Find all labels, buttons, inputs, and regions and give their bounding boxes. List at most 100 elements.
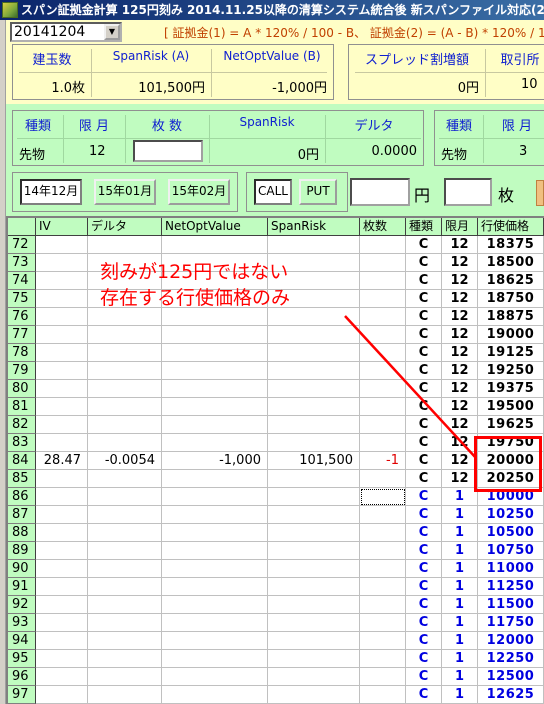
- cell-delta[interactable]: [88, 236, 162, 254]
- cell-spanrisk[interactable]: [268, 344, 360, 362]
- cell-type[interactable]: C: [406, 524, 442, 542]
- cell-quantity[interactable]: [360, 524, 406, 542]
- cell-strike[interactable]: 10250: [478, 506, 544, 524]
- cell-month[interactable]: 12: [442, 434, 478, 452]
- cell-iv[interactable]: [36, 236, 88, 254]
- cell-quantity[interactable]: [360, 488, 406, 506]
- cell-spanrisk[interactable]: [268, 398, 360, 416]
- cell-month[interactable]: 1: [442, 632, 478, 650]
- cell-quantity[interactable]: [360, 668, 406, 686]
- cell-delta[interactable]: [88, 578, 162, 596]
- cell-delta[interactable]: [88, 362, 162, 380]
- cell-delta[interactable]: [88, 686, 162, 704]
- cell-strike[interactable]: 19000: [478, 326, 544, 344]
- cell-quantity[interactable]: [360, 596, 406, 614]
- cell-quantity[interactable]: [360, 578, 406, 596]
- cell-month[interactable]: 12: [442, 344, 478, 362]
- row-number[interactable]: 72: [8, 236, 36, 254]
- cell-spanrisk[interactable]: [268, 578, 360, 596]
- cell-spanrisk[interactable]: [268, 542, 360, 560]
- cell-quantity[interactable]: [360, 290, 406, 308]
- cell-spanrisk[interactable]: [268, 470, 360, 488]
- futures-quantity-input[interactable]: [133, 140, 203, 162]
- cell-month[interactable]: 12: [442, 398, 478, 416]
- cell-iv[interactable]: [36, 290, 88, 308]
- cell-quantity[interactable]: [360, 506, 406, 524]
- cell-month[interactable]: 1: [442, 488, 478, 506]
- table-row[interactable]: 97 C 1 12625: [8, 686, 544, 704]
- cell-type[interactable]: C: [406, 236, 442, 254]
- row-number[interactable]: 89: [8, 542, 36, 560]
- cell-quantity[interactable]: [360, 272, 406, 290]
- cell-strike[interactable]: 12500: [478, 668, 544, 686]
- cell-quantity[interactable]: [360, 434, 406, 452]
- cell-month[interactable]: 1: [442, 578, 478, 596]
- cell-netoptvalue[interactable]: [162, 326, 268, 344]
- cell-month[interactable]: 12: [442, 362, 478, 380]
- cell-iv[interactable]: [36, 632, 88, 650]
- cell-netoptvalue[interactable]: [162, 344, 268, 362]
- row-number[interactable]: 95: [8, 650, 36, 668]
- grid-header-delta[interactable]: デルタ: [88, 218, 162, 236]
- cell-spanrisk[interactable]: [268, 686, 360, 704]
- cell-spanrisk[interactable]: [268, 614, 360, 632]
- cell-strike[interactable]: 19500: [478, 398, 544, 416]
- table-row[interactable]: 95 C 1 12250: [8, 650, 544, 668]
- cell-quantity[interactable]: [360, 236, 406, 254]
- cell-iv[interactable]: [36, 596, 88, 614]
- grid-header-month[interactable]: 限月: [442, 218, 478, 236]
- cell-quantity[interactable]: [360, 614, 406, 632]
- cell-spanrisk[interactable]: [268, 236, 360, 254]
- cell-delta[interactable]: [88, 380, 162, 398]
- cell-strike[interactable]: 10500: [478, 524, 544, 542]
- table-row[interactable]: 91 C 1 11250: [8, 578, 544, 596]
- cell-spanrisk[interactable]: [268, 488, 360, 506]
- cell-spanrisk[interactable]: [268, 416, 360, 434]
- cell-type[interactable]: C: [406, 290, 442, 308]
- cell-netoptvalue[interactable]: [162, 434, 268, 452]
- cell-netoptvalue[interactable]: [162, 524, 268, 542]
- cell-month[interactable]: 12: [442, 308, 478, 326]
- row-number[interactable]: 81: [8, 398, 36, 416]
- cell-strike[interactable]: 19375: [478, 380, 544, 398]
- cell-iv[interactable]: [36, 308, 88, 326]
- cell-month[interactable]: 1: [442, 506, 478, 524]
- cell-netoptvalue[interactable]: [162, 686, 268, 704]
- cell-spanrisk[interactable]: [268, 506, 360, 524]
- row-number[interactable]: 80: [8, 380, 36, 398]
- cell-iv[interactable]: [36, 668, 88, 686]
- cell-spanrisk[interactable]: [268, 380, 360, 398]
- cell-delta[interactable]: [88, 524, 162, 542]
- cell-month[interactable]: 1: [442, 542, 478, 560]
- cell-type[interactable]: C: [406, 380, 442, 398]
- cell-spanrisk[interactable]: [268, 524, 360, 542]
- cell-iv[interactable]: [36, 524, 88, 542]
- cell-netoptvalue[interactable]: [162, 416, 268, 434]
- row-number[interactable]: 90: [8, 560, 36, 578]
- row-number[interactable]: 83: [8, 434, 36, 452]
- row-number[interactable]: 82: [8, 416, 36, 434]
- cell-type[interactable]: C: [406, 452, 442, 470]
- month-button-1501[interactable]: 15年01月: [94, 179, 156, 205]
- cell-strike[interactable]: 19625: [478, 416, 544, 434]
- cell-iv[interactable]: [36, 578, 88, 596]
- cell-type[interactable]: C: [406, 254, 442, 272]
- put-button[interactable]: PUT: [299, 179, 337, 205]
- cell-delta[interactable]: [88, 596, 162, 614]
- cell-type[interactable]: C: [406, 488, 442, 506]
- cell-strike[interactable]: 18625: [478, 272, 544, 290]
- cell-type[interactable]: C: [406, 686, 442, 704]
- cell-iv[interactable]: 28.47: [36, 452, 88, 470]
- cell-delta[interactable]: [88, 506, 162, 524]
- cell-quantity[interactable]: [360, 362, 406, 380]
- cell-netoptvalue[interactable]: [162, 488, 268, 506]
- table-row[interactable]: 82 C 12 19625: [8, 416, 544, 434]
- row-number[interactable]: 92: [8, 596, 36, 614]
- cell-strike[interactable]: 18500: [478, 254, 544, 272]
- table-row[interactable]: 86 C 1 10000: [8, 488, 544, 506]
- cell-strike[interactable]: 12250: [478, 650, 544, 668]
- cell-spanrisk[interactable]: [268, 596, 360, 614]
- cell-spanrisk[interactable]: [268, 632, 360, 650]
- cell-strike[interactable]: 11750: [478, 614, 544, 632]
- cell-quantity[interactable]: [360, 254, 406, 272]
